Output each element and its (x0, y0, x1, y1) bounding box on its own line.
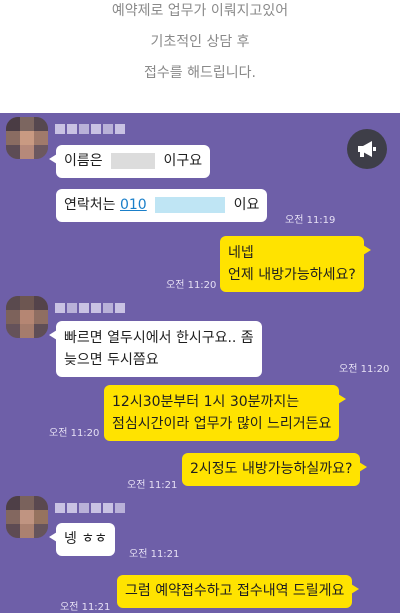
chat-area[interactable]: 이름은 이구요 연락처는 010 이요 오전 11:19 네넵 언제 내방가능하… (0, 113, 400, 613)
message-bubble[interactable]: 빠르면 열두시에서 한시구요.. 좀 늦으면 두시쯤요 (49, 321, 262, 377)
phone-link[interactable]: 010 (120, 197, 147, 213)
message-text: 이름은 (64, 153, 103, 169)
message-time: 오전 11:21 (129, 549, 180, 560)
message-bubble[interactable]: 12시30분부터 1시 30분까지는 점심시간이라 업무가 많이 느리거든요 (104, 385, 347, 441)
message-time: 오전 11:20 (166, 280, 217, 291)
message-line: 빠르면 열두시에서 한시구요.. 좀 (64, 330, 254, 346)
message-bubble[interactable]: 연락처는 010 이요 (56, 189, 268, 222)
message-bubble[interactable]: 이름은 이구요 (48, 145, 211, 178)
message-text: 연락처는 (64, 197, 116, 213)
message-line: 점심시간이라 업무가 많이 느리거든요 (112, 416, 332, 432)
message-time: 오전 11:20 (49, 428, 100, 439)
avatar[interactable] (6, 117, 48, 159)
sender-name-redacted (55, 298, 127, 313)
notice-line-1: 예약제로 업무가 이뤄지고있어 (111, 3, 289, 19)
message-bubble[interactable]: 2시정도 내방가능하실까요? (182, 453, 368, 486)
message-time: 오전 11:19 (285, 215, 336, 226)
redacted-name (111, 153, 156, 169)
message-text: 이구요 (163, 153, 203, 169)
avatar[interactable] (6, 496, 48, 538)
message-text: 2시정도 내방가능하실까요? (190, 461, 353, 477)
message-time: 오전 11:20 (339, 364, 390, 375)
message-time: 오전 11:21 (127, 480, 178, 491)
message-line: 12시30분부터 1시 30분까지는 (112, 394, 300, 410)
message-line: 네넵 (228, 245, 254, 261)
message-time: 오전 11:21 (60, 602, 111, 613)
notice-line-2: 기초적인 상담 후 (150, 34, 250, 50)
message-bubble[interactable]: 네넵 언제 내방가능하세요? (220, 236, 371, 292)
message-text: 이요 (233, 197, 260, 213)
notice-banner: 예약제로 업무가 이뤄지고있어 기초적인 상담 후 접수를 해드립니다. (0, 0, 400, 113)
avatar[interactable] (6, 296, 48, 338)
message-bubble[interactable]: 그럼 예약접수하고 접수내역 드릴게요 (117, 575, 360, 608)
message-text: 넹 ㅎㅎ (64, 531, 108, 547)
sender-name-redacted (55, 119, 127, 134)
notice-line-3: 접수를 해드립니다. (144, 65, 256, 81)
message-line: 늦으면 두시쯤요 (64, 352, 159, 368)
redacted-phone (155, 197, 226, 213)
announcement-button[interactable] (347, 129, 387, 169)
message-bubble[interactable]: 넹 ㅎㅎ (48, 523, 116, 556)
message-line: 언제 내방가능하세요? (228, 267, 356, 283)
sender-name-redacted (55, 498, 127, 513)
megaphone-icon (358, 141, 376, 157)
message-text: 그럼 예약접수하고 접수내역 드릴게요 (125, 583, 345, 599)
